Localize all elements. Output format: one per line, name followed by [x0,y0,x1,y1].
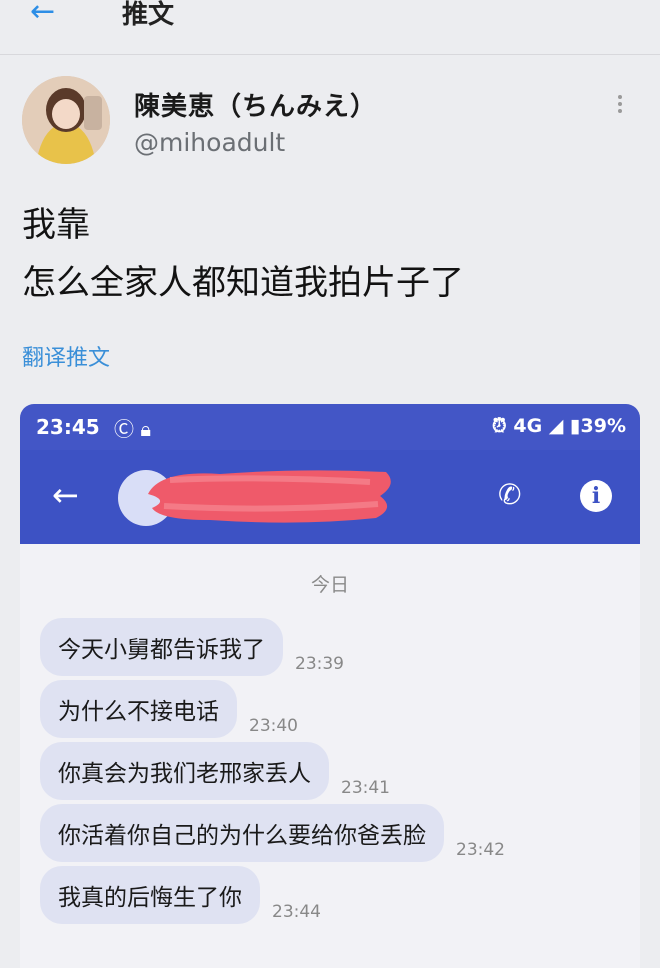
message-timestamp: 23:41 [341,778,390,798]
message-bubble[interactable]: 为什么不接电话 [40,680,237,738]
translate-tweet-link[interactable]: 翻译推文 [22,340,110,372]
message-bubble[interactable]: 今天小舅都告诉我了 [40,618,283,676]
tweet-text: 我靠 怎么全家人都知道我拍片子了 [22,196,464,312]
message-bubble[interactable]: 我真的后悔生了你 [40,866,260,924]
alarm-icon: ⏰︎ [491,415,507,437]
status-right: ⏰︎ 4G ◢ ▮39% [492,415,626,437]
message-timestamp: 23:44 [272,902,321,922]
status-time: 23:45 [36,415,100,439]
avatar[interactable] [22,76,110,164]
network-label: 4G [513,415,543,437]
signal-icon: ◢ [548,415,564,437]
arrow-left-icon[interactable]: ← [30,0,55,29]
battery-icon: ▮ [570,415,581,437]
message-bubble[interactable]: 你真会为我们老邢家丢人 [40,742,329,800]
tweet-line: 怎么全家人都知道我拍片子了 [22,263,464,303]
message-timestamp: 23:40 [249,716,298,736]
author-handle[interactable]: @mihoadult [134,128,285,157]
page-title: 推文 [122,0,175,30]
chat-back-icon[interactable]: ← [52,476,79,514]
date-separator: 今日 [310,574,349,596]
message-bubble[interactable]: 你活着你自己的为什么要给你爸丢脸 [40,804,444,862]
info-icon[interactable]: i [580,480,612,512]
message-row: 你活着你自己的为什么要给你爸丢脸 [40,804,444,862]
phone-call-icon[interactable]: ✆ [498,478,521,511]
top-bar: ← 推文 [0,0,660,55]
message-row: 你真会为我们老邢家丢人 [40,742,329,800]
phone-status-bar: 23:45 Ⓒ 🔒︎ ⏰︎ 4G ◢ ▮39% [20,404,640,450]
message-row: 今天小舅都告诉我了 [40,618,283,676]
status-icons: Ⓒ 🔒︎ [114,417,151,441]
message-row: 我真的后悔生了你 [40,866,260,924]
message-timestamp: 23:39 [295,654,344,674]
more-options-icon[interactable] [618,92,626,116]
embedded-chat-screenshot: 23:45 Ⓒ 🔒︎ ⏰︎ 4G ◢ ▮39% ← ✆ i 今日 今天小舅都告诉… [20,404,640,968]
message-row: 为什么不接电话 [40,680,237,738]
battery-percent: 39% [580,415,626,437]
redaction-scribble [148,470,391,523]
tweet-line: 我靠 [22,205,90,245]
chat-app-bar: ← ✆ i [20,450,640,544]
message-timestamp: 23:42 [456,840,505,860]
author-name[interactable]: 陳美恵（ちんみえ） [134,86,377,123]
